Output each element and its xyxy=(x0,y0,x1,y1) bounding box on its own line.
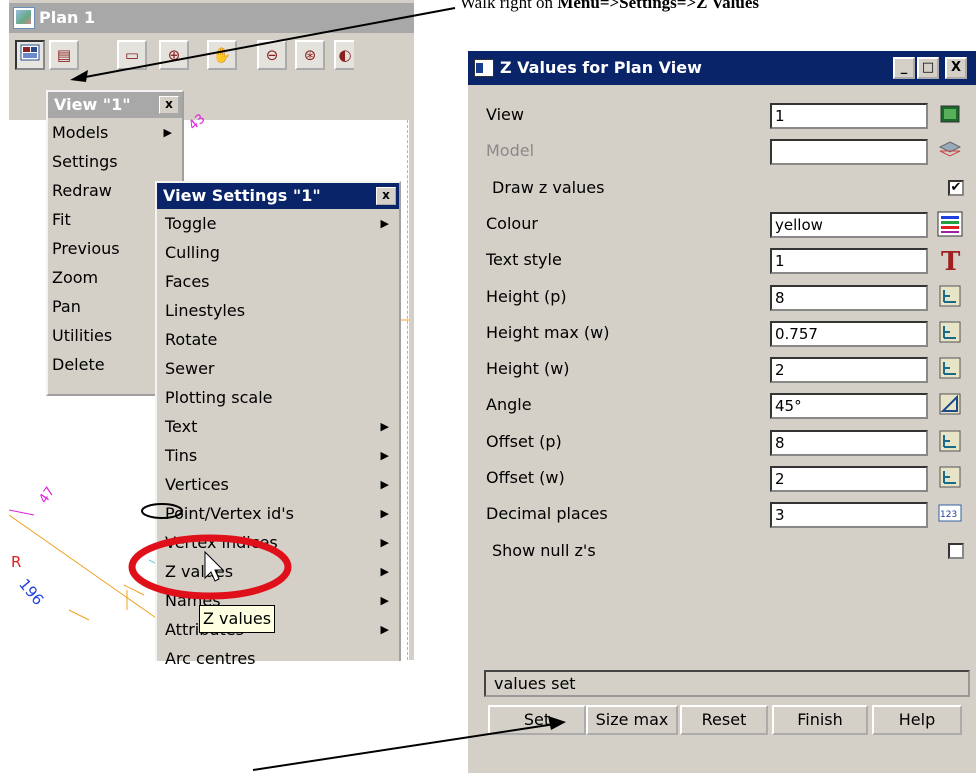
pointer-arrow-bottom xyxy=(252,723,556,771)
arrowhead xyxy=(548,716,566,730)
mouse-cursor-icon xyxy=(204,550,225,582)
annotation-overlay xyxy=(70,7,566,771)
arrowhead xyxy=(70,70,88,82)
pointer-arrow-top xyxy=(79,7,456,79)
annotation-small-ellipse xyxy=(141,503,183,519)
